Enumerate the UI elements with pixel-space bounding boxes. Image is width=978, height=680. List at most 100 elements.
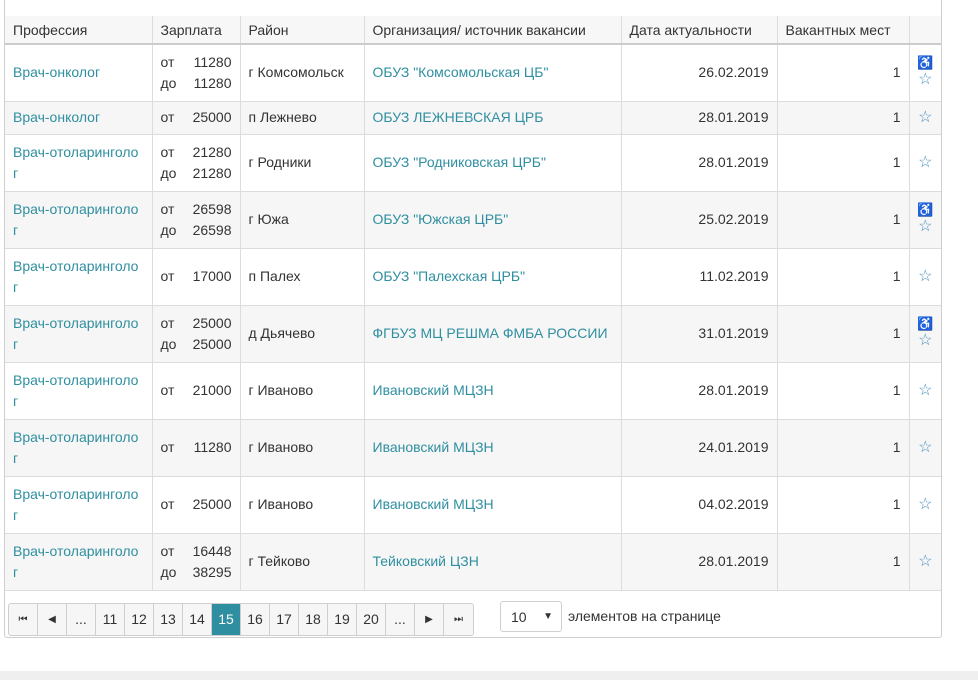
page-button-16[interactable]: 16: [241, 604, 270, 635]
district-cell: г Тейково: [240, 533, 365, 591]
row-actions: ☆: [909, 533, 942, 591]
profession-link[interactable]: Врач-отоларинголог: [5, 305, 153, 363]
column-header-actions: [909, 16, 941, 45]
profession-link[interactable]: Врач-отоларинголог: [5, 191, 153, 249]
salary-from-prefix: от: [160, 314, 175, 331]
organization-link[interactable]: ОБУЗ "Палехская ЦРБ": [364, 248, 622, 306]
table-row[interactable]: Врач-отоларинголог от 16448 до 38295 г Тейков…: [5, 533, 942, 591]
column-header-date[interactable]: Дата актуальности: [621, 16, 778, 45]
pager-ellipsis-prev[interactable]: ...: [67, 604, 96, 635]
salary-cell: от 25000: [152, 476, 241, 534]
wheelchair-icon: ♿: [917, 201, 934, 217]
vacancies-cell: 1: [777, 134, 910, 192]
district-cell: г Комсомольск: [240, 44, 365, 102]
salary-from-prefix: от: [160, 542, 175, 559]
district-cell: г Южа: [240, 191, 365, 249]
favorite-star-icon[interactable]: ☆: [910, 331, 942, 351]
row-actions: ♿ ☆: [909, 305, 942, 363]
favorite-star-icon[interactable]: ☆: [910, 217, 942, 237]
organization-link[interactable]: ОБУЗ "Родниковская ЦРБ": [364, 134, 622, 192]
page-button-13[interactable]: 13: [154, 604, 183, 635]
profession-link[interactable]: Врач-отоларинголог: [5, 134, 153, 192]
salary-from-prefix: от: [160, 496, 175, 512]
page-button-20[interactable]: 20: [357, 604, 386, 635]
table-row[interactable]: Врач-отоларинголог от 17000 п Палех ОБУЗ "Па…: [5, 248, 942, 306]
pager-ellipsis-next[interactable]: ...: [386, 604, 415, 635]
last-page-icon[interactable]: ⏭: [444, 604, 473, 635]
table-row[interactable]: Врач-отоларинголог от 21000 г Иваново Иванов…: [5, 362, 942, 420]
page-button-14[interactable]: 14: [183, 604, 212, 635]
organization-link[interactable]: ФГБУЗ МЦ РЕШМА ФМБА РОССИИ: [364, 305, 622, 363]
table-row[interactable]: Врач-отоларинголог от 21280 до 21280 г Родник…: [5, 134, 942, 192]
salary-from: 21280: [192, 143, 232, 160]
favorite-star-icon[interactable]: ☆: [910, 552, 942, 572]
salary-from-prefix: от: [160, 109, 175, 125]
page-button-19[interactable]: 19: [328, 604, 357, 635]
favorite-star-icon[interactable]: ☆: [910, 438, 942, 458]
date-cell: 28.01.2019: [621, 533, 778, 591]
profession-link[interactable]: Врач-отоларинголог: [5, 362, 153, 420]
salary-to: 25000: [192, 335, 232, 352]
row-actions: ♿ ☆: [909, 191, 942, 249]
column-header-profession[interactable]: Профессия: [5, 16, 153, 45]
salary-from-prefix: от: [160, 382, 175, 398]
profession-link[interactable]: Врач-онколог: [5, 44, 153, 102]
next-page-icon[interactable]: ▶: [415, 604, 444, 635]
row-actions: ☆: [909, 476, 942, 534]
vacancies-cell: 1: [777, 44, 910, 102]
date-cell: 28.01.2019: [621, 362, 778, 420]
page-button-17[interactable]: 17: [270, 604, 299, 635]
date-cell: 11.02.2019: [621, 248, 778, 306]
page-button-15[interactable]: 15: [212, 604, 241, 635]
page-button-11[interactable]: 11: [96, 604, 125, 635]
column-header-vacancies[interactable]: Вакантных мест: [777, 16, 910, 45]
salary-from: 25000: [192, 496, 232, 512]
table-row[interactable]: Врач-отоларинголог от 25000 г Иваново Иванов…: [5, 476, 942, 534]
profession-link[interactable]: Врач-отоларинголог: [5, 419, 153, 477]
date-cell: 04.02.2019: [621, 476, 778, 534]
vacancies-cell: 1: [777, 419, 910, 477]
column-header-district[interactable]: Район: [240, 16, 365, 45]
salary-from-prefix: от: [160, 200, 175, 217]
favorite-star-icon[interactable]: ☆: [910, 108, 942, 128]
organization-link[interactable]: Ивановский МЦЗН: [364, 419, 622, 477]
organization-link[interactable]: ОБУЗ "Южская ЦРБ": [364, 191, 622, 249]
organization-link[interactable]: ОБУЗ ЛЕЖНЕВСКАЯ ЦРБ: [364, 101, 622, 135]
table-row[interactable]: Врач-отоларинголог от 25000 до 25000 д Дьячев…: [5, 305, 942, 363]
table-row[interactable]: Врач-отоларинголог от 11280 г Иваново Иванов…: [5, 419, 942, 477]
favorite-star-icon[interactable]: ☆: [910, 495, 942, 515]
favorite-star-icon[interactable]: ☆: [910, 267, 942, 287]
organization-link[interactable]: Ивановский МЦЗН: [364, 362, 622, 420]
organization-link[interactable]: ОБУЗ "Комсомольская ЦБ": [364, 44, 622, 102]
table-row[interactable]: Врач-отоларинголог от 26598 до 26598 г Южа ОБУ…: [5, 191, 942, 249]
first-page-icon[interactable]: ⏮: [9, 604, 38, 635]
column-header-organization[interactable]: Организация/ источник вакансии: [364, 16, 622, 45]
salary-from: 17000: [192, 268, 232, 284]
organization-link[interactable]: Ивановский МЦЗН: [364, 476, 622, 534]
table-row[interactable]: Врач-онколог от 25000 п Лежнево ОБУЗ ЛЕЖНЕВС…: [5, 101, 942, 135]
page-button-12[interactable]: 12: [125, 604, 154, 635]
salary-from-prefix: от: [160, 268, 175, 284]
profession-link[interactable]: Врач-отоларинголог: [5, 248, 153, 306]
salary-to-prefix: до: [160, 74, 177, 91]
organization-link[interactable]: Тейковский ЦЗН: [364, 533, 622, 591]
district-cell: п Палех: [240, 248, 365, 306]
district-cell: д Дьячево: [240, 305, 365, 363]
profession-link[interactable]: Врач-онколог: [5, 101, 153, 135]
district-cell: п Лежнево: [240, 101, 365, 135]
date-cell: 28.01.2019: [621, 134, 778, 192]
vacancies-table: Профессия Зарплата Район Организация/ ис…: [5, 16, 941, 591]
salary-cell: от 17000: [152, 248, 241, 306]
table-row[interactable]: Врач-онколог от 11280 до 11280 г Комсомольск О…: [5, 44, 942, 102]
page-button-18[interactable]: 18: [299, 604, 328, 635]
favorite-star-icon[interactable]: ☆: [910, 70, 942, 90]
row-actions: ☆: [909, 419, 942, 477]
favorite-star-icon[interactable]: ☆: [910, 153, 942, 173]
profession-link[interactable]: Врач-отоларинголог: [5, 533, 153, 591]
profession-link[interactable]: Врач-отоларинголог: [5, 476, 153, 534]
salary-to: 26598: [192, 221, 232, 238]
page-size-select[interactable]: 10 ▼: [500, 601, 562, 632]
prev-page-icon[interactable]: ◀: [38, 604, 67, 635]
favorite-star-icon[interactable]: ☆: [910, 381, 942, 401]
column-header-salary[interactable]: Зарплата: [152, 16, 241, 45]
